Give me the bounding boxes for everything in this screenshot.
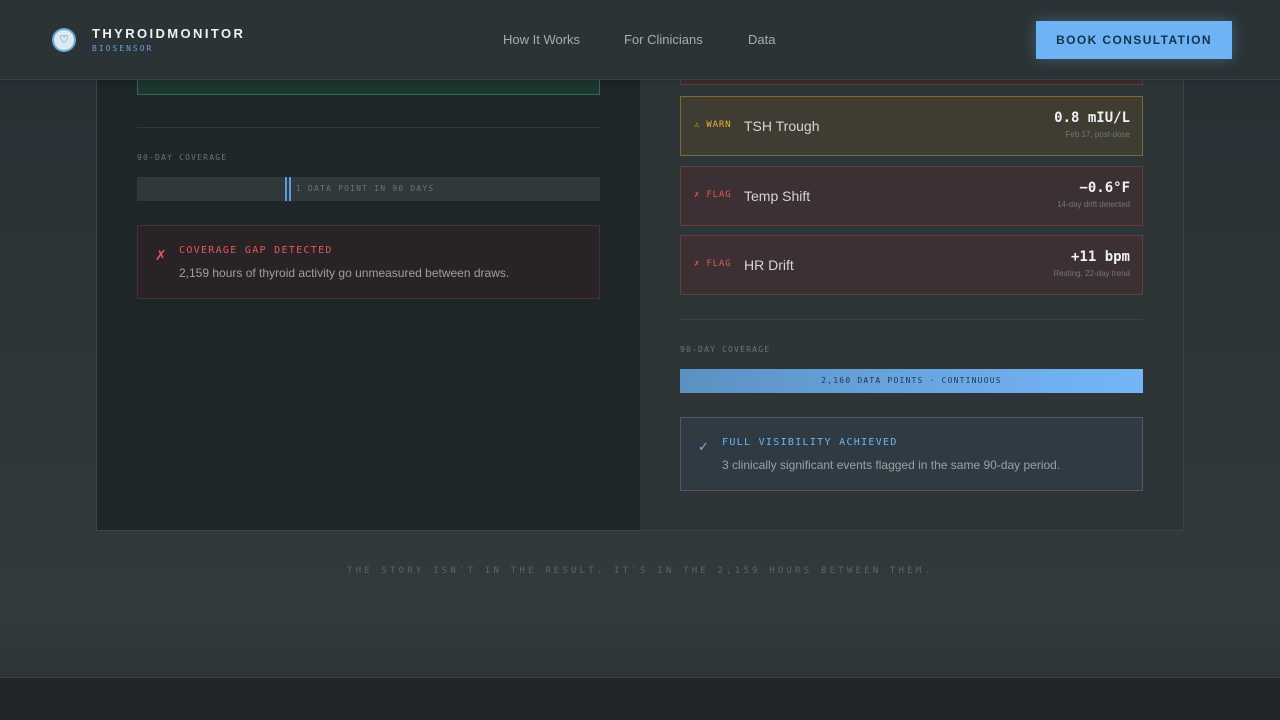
lab-draw-column: 90-DAY COVERAGE 1 DATA POINT IN 90 DAYS …	[97, 61, 640, 530]
metric-value: −0.6°F	[1079, 180, 1130, 196]
alert-title: COVERAGE GAP DETECTED	[179, 245, 333, 256]
flag-tag: ✗ FLAG	[694, 190, 732, 200]
brand-subtitle: BIOSENSOR	[92, 44, 154, 53]
nav-for-clinicians[interactable]: For Clinicians	[624, 32, 703, 47]
single-datapoint-marker	[285, 177, 291, 201]
comparison-panel: 90-DAY COVERAGE 1 DATA POINT IN 90 DAYS …	[96, 60, 1184, 531]
coverage-label: 90-DAY COVERAGE	[680, 345, 771, 354]
coverage-gap-alert: ✗ COVERAGE GAP DETECTED 2,159 hours of t…	[137, 225, 600, 299]
metric-name: HR Drift	[744, 257, 794, 273]
metric-value: +11 bpm	[1070, 249, 1130, 265]
metric-name: Temp Shift	[744, 188, 811, 204]
metric-subtext: Resting, 22-day trend	[1053, 269, 1131, 278]
full-visibility-alert: ✓ FULL VISIBILITY ACHIEVED 3 clinically …	[680, 417, 1143, 491]
coverage-bar-sparse: 1 DATA POINT IN 90 DAYS	[137, 177, 600, 201]
brand-name[interactable]: THYROIDMONITOR	[92, 26, 245, 41]
metric-card-temp: ✗ FLAG Temp Shift −0.6°F 14-day drift de…	[680, 166, 1143, 226]
metric-card-tsh: ⚠ WARN TSH Trough 0.8 mIU/L Feb 17, post…	[680, 96, 1143, 156]
next-section-band	[0, 677, 1280, 720]
flag-tag: ✗ FLAG	[694, 259, 732, 269]
metric-subtext: 14-day drift detected	[1057, 200, 1130, 209]
biosensor-column: ⚠ WARN TSH Trough 0.8 mIU/L Feb 17, post…	[640, 61, 1183, 530]
metric-value: 0.8 mIU/L	[1054, 110, 1130, 126]
metric-card-hr: ✗ FLAG HR Drift +11 bpm Resting, 22-day …	[680, 235, 1143, 295]
metric-name: TSH Trough	[744, 118, 820, 134]
x-mark-icon: ✗	[155, 247, 167, 263]
nav-data[interactable]: Data	[748, 32, 775, 47]
divider	[680, 319, 1143, 320]
nav-how-it-works[interactable]: How It Works	[503, 32, 580, 47]
metric-subtext: Feb 17, post-dose	[1065, 130, 1130, 139]
check-mark-icon: ✓	[698, 439, 709, 454]
tagline: THE STORY ISN'T IN THE RESULT. IT'S IN T…	[346, 566, 934, 576]
heart-icon[interactable]: ♡	[52, 28, 76, 52]
book-consultation-button[interactable]: BOOK CONSULTATION	[1036, 21, 1232, 59]
site-header: ♡ THYROIDMONITOR BIOSENSOR How It Works …	[0, 0, 1280, 80]
alert-title: FULL VISIBILITY ACHIEVED	[722, 437, 898, 448]
warn-tag: ⚠ WARN	[694, 120, 732, 130]
alert-text: 3 clinically significant events flagged …	[722, 458, 1061, 472]
coverage-bar-continuous: 2,160 DATA POINTS · CONTINUOUS	[680, 369, 1143, 393]
divider	[137, 127, 600, 128]
coverage-bar-text: 1 DATA POINT IN 90 DAYS	[296, 184, 435, 193]
coverage-bar-text: 2,160 DATA POINTS · CONTINUOUS	[821, 376, 1002, 385]
alert-text: 2,159 hours of thyroid activity go unmea…	[179, 266, 510, 280]
coverage-label: 90-DAY COVERAGE	[137, 153, 228, 162]
